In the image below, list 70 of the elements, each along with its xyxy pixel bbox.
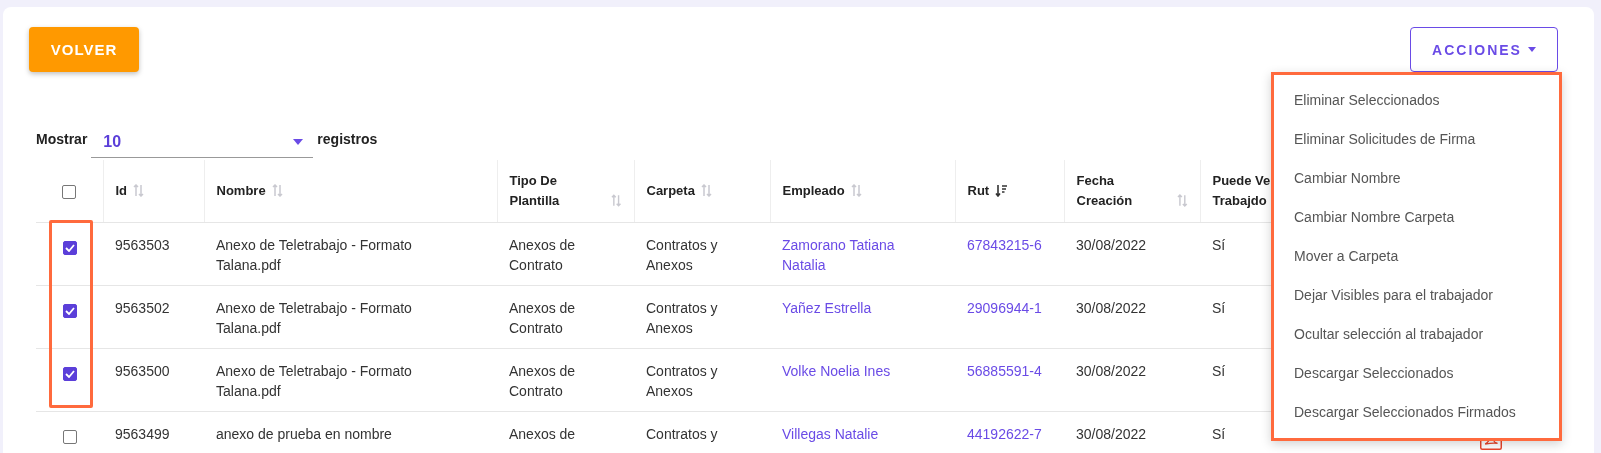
employee-link[interactable]: Villegas Natalie (782, 424, 879, 444)
employee-link[interactable]: Volke Noelia Ines (782, 361, 891, 381)
actions-button[interactable]: ACCIONES (1410, 27, 1558, 72)
sort-icon (133, 184, 145, 197)
column-header[interactable]: Rut (967, 181, 990, 201)
rut-link[interactable]: 29096944-1 (967, 298, 1042, 318)
column-header[interactable]: Nombre (216, 181, 266, 201)
checkbox[interactable] (62, 430, 77, 445)
menu-item[interactable]: Mover a Carpeta (1274, 237, 1559, 276)
column-header[interactable]: Fecha Creación (1076, 171, 1171, 211)
page-size-select[interactable]: 10 (91, 129, 314, 158)
table-cell: Anexos de Contrato (509, 237, 576, 273)
sort-icon (271, 184, 283, 197)
table-cell: Anexos de Contrato (509, 300, 576, 336)
table-cell: Contratos y (646, 426, 718, 442)
table-cell: Sí (1212, 300, 1226, 316)
checkbox[interactable] (62, 367, 77, 382)
menu-item[interactable]: Cambiar Nombre Carpeta (1274, 198, 1559, 237)
rut-link[interactable]: 44192622-7 (967, 424, 1042, 444)
table-cell: Anexo de Teletrabajo - Formato Talana.pdf (216, 363, 412, 399)
sort-icon (611, 194, 622, 207)
column-header[interactable]: Carpeta (646, 181, 695, 201)
check-icon (64, 244, 75, 253)
table-cell: Contratos y Anexos (646, 237, 718, 273)
table-cell: 30/08/2022 (1076, 237, 1147, 253)
table-cell: Anexos de Contrato (509, 363, 576, 399)
table-cell: 9563503 (115, 237, 170, 253)
check-icon (64, 307, 75, 316)
menu-item[interactable]: Dejar Visibles para el trabajador (1274, 276, 1559, 315)
table-cell: Anexos de (509, 426, 576, 442)
table-cell: 30/08/2022 (1076, 363, 1147, 379)
menu-item[interactable]: Eliminar Seleccionados (1274, 81, 1559, 120)
menu-item[interactable]: Cambiar Nombre (1274, 159, 1559, 198)
sort-icon (850, 184, 862, 197)
menu-item[interactable]: Eliminar Solicitudes de Firma (1274, 120, 1559, 159)
column-header[interactable]: Tipo De Plantilla (509, 171, 606, 211)
check-icon (64, 370, 75, 379)
checkbox[interactable] (62, 304, 77, 319)
table-cell: 9563499 (115, 426, 170, 442)
table-cell: Anexo de Teletrabajo - Formato Talana.pdf (216, 300, 412, 336)
column-header[interactable]: Empleado (782, 181, 845, 201)
rut-link[interactable]: 56885591-4 (967, 361, 1042, 381)
employee-link[interactable]: Zamorano Tatiana Natalia (782, 235, 915, 275)
menu-item[interactable]: Descargar Seleccionados (1274, 354, 1559, 393)
checkbox[interactable] (62, 184, 77, 199)
select-value: 10 (103, 133, 122, 151)
menu-item[interactable]: Descargar Seleccionados Firmados (1274, 393, 1559, 432)
employee-link[interactable]: Yañez Estrella (782, 298, 872, 318)
caret-icon (293, 139, 304, 145)
table-cell: Sí (1212, 426, 1226, 442)
menu-item[interactable]: Ocultar selección al trabajador (1274, 315, 1559, 354)
table-cell: 30/08/2022 (1076, 426, 1147, 442)
column-header[interactable]: Id (115, 181, 128, 201)
sort-descending-icon (995, 184, 1008, 197)
table-cell: 30/08/2022 (1076, 300, 1147, 316)
table-cell: Sí (1212, 363, 1226, 379)
table-cell: Sí (1212, 237, 1226, 253)
table-cell: 9563500 (115, 363, 170, 379)
sort-icon (700, 184, 712, 197)
table-cell: anexo de prueba en nombre (216, 426, 392, 442)
rut-link[interactable]: 67843215-6 (967, 235, 1042, 255)
table-cell: Anexo de Teletrabajo - Formato Talana.pdf (216, 237, 412, 273)
checkbox[interactable] (62, 241, 77, 256)
label: Mostrar (36, 130, 88, 147)
table-cell: Contratos y Anexos (646, 363, 718, 399)
caret-icon (1527, 47, 1536, 52)
label: registros (317, 130, 378, 147)
sort-icon (1176, 194, 1188, 207)
table-cell: Contratos y Anexos (646, 300, 718, 336)
table-cell: 9563502 (115, 300, 170, 316)
